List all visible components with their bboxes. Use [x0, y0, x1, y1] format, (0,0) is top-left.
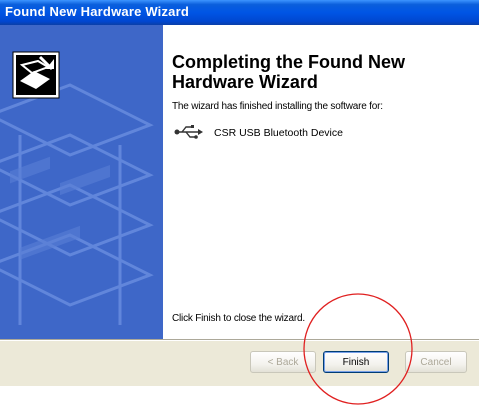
usb-icon: [174, 125, 203, 139]
device-name: CSR USB Bluetooth Device: [214, 127, 343, 139]
window-title: Found New Hardware Wizard: [5, 4, 190, 19]
hardware-wizard-icon: [12, 51, 60, 99]
title-bar[interactable]: Found New Hardware Wizard: [0, 0, 479, 25]
highlight-circle: [303, 293, 413, 405]
page-title: Completing the Found New Hardware Wizard: [172, 52, 405, 92]
finish-instruction: Click Finish to close the wizard.: [172, 313, 305, 324]
wizard-side-graphic: [0, 25, 163, 340]
page-description: The wizard has finished installing the s…: [172, 101, 383, 112]
